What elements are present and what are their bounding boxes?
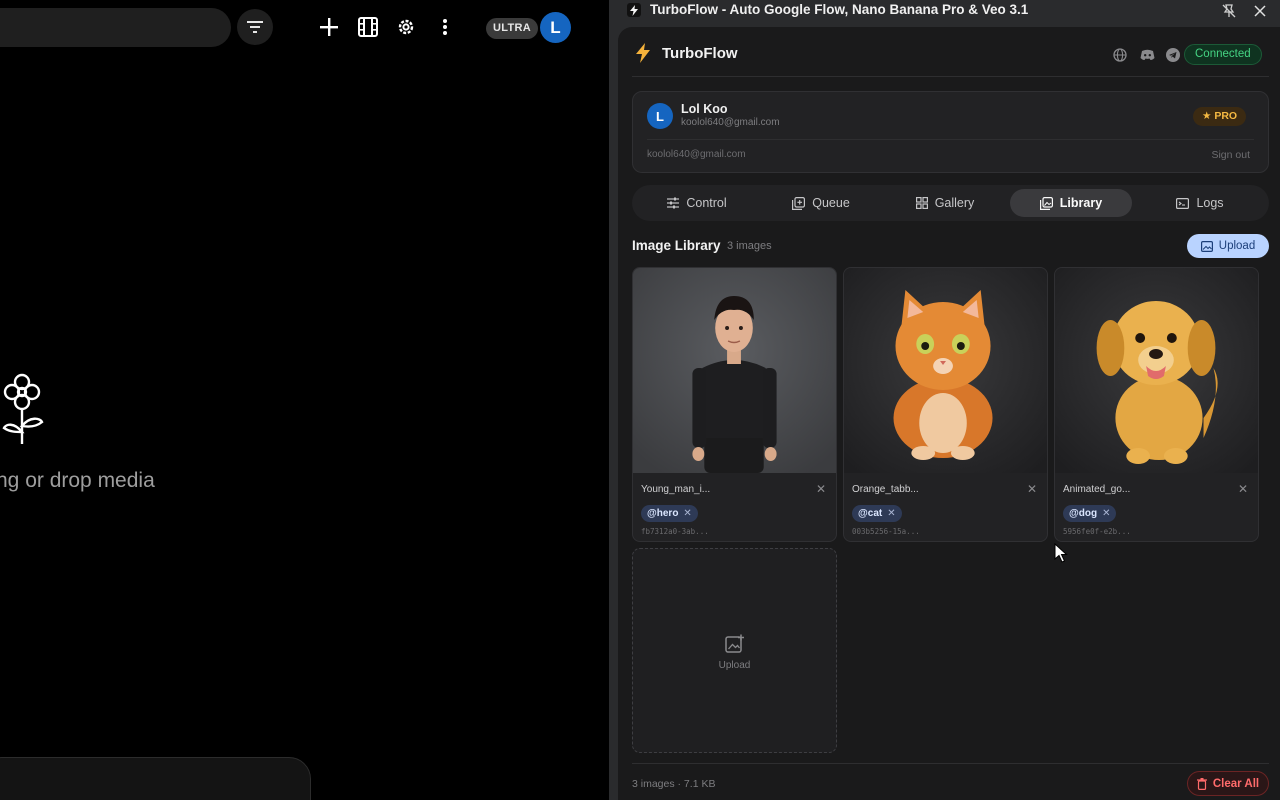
website-link[interactable] [1112,47,1128,63]
upload-button-label: Upload [1218,240,1256,252]
flow-app-area: ULTRA L ng or drop media [0,0,609,800]
close-icon [1254,5,1266,17]
filter-icon [247,21,263,33]
image-thumbnail[interactable] [844,268,1047,473]
window-title: TurboFlow - Auto Google Flow, Nano Banan… [650,2,1029,17]
ultra-badge: ULTRA [486,18,538,39]
account-email-secondary: koolol640@gmail.com [647,149,746,160]
extension-window: TurboFlow - Auto Google Flow, Nano Banan… [609,0,1280,800]
library-count: 3 images [727,240,772,252]
library-footer: 3 images · 7.1 KB Clear All [632,763,1269,800]
tab-label: Logs [1196,196,1224,210]
more-vert-icon [443,19,447,35]
account-name: Lol Koo [681,102,728,116]
tab-logs[interactable]: Logs [1136,189,1264,217]
avatar[interactable]: L [540,12,571,43]
trash-icon [1196,777,1207,790]
image-id: fb7312a0-3ab... [641,527,709,536]
close-window-button[interactable] [1251,2,1269,20]
discord-link[interactable] [1139,47,1155,63]
tab-queue[interactable]: Queue [760,189,882,217]
flower-icon [2,373,44,444]
account-email: koolol640@gmail.com [681,117,780,128]
drop-media-hint: ng or drop media [0,469,155,492]
clear-all-label: Clear All [1212,777,1260,790]
image-tag[interactable]: @dog ✕ [1063,505,1117,522]
telegram-link[interactable] [1165,47,1181,63]
prompt-input-box[interactable] [0,757,311,800]
film-icon [358,17,378,37]
divider [647,139,1254,140]
tab-label: Queue [812,196,850,210]
panel-header: TurboFlow Connected [632,27,1269,77]
upload-button[interactable]: Upload [1187,234,1269,258]
window-titlebar: TurboFlow - Auto Google Flow, Nano Banan… [609,0,1280,22]
delete-image-button[interactable]: ✕ [1238,482,1248,496]
add-button[interactable] [316,14,342,40]
library-image-card[interactable]: Young_man_i... ✕ @hero ✕ fb7312a0-3ab... [632,267,837,542]
image-id: 003b5256-15a... [852,527,920,536]
tab-label: Gallery [934,196,975,210]
telegram-icon [1166,48,1180,62]
grid-icon [915,197,928,209]
remove-tag-icon[interactable]: ✕ [683,505,691,522]
globe-icon [1113,48,1127,62]
library-title: Image Library [632,238,721,253]
delete-image-button[interactable]: ✕ [1027,482,1037,496]
plus-icon [320,18,338,36]
avatar: L [647,103,673,129]
image-id: 5956fe0f-e2b... [1063,527,1131,536]
pin-button[interactable] [1220,2,1238,20]
more-menu-button[interactable] [432,14,458,40]
image-tag-label: @dog [1069,508,1098,519]
image-thumbnail[interactable] [633,268,836,473]
upload-dropzone[interactable]: Upload [632,548,837,753]
search-input[interactable] [0,8,231,47]
sign-out-link[interactable]: Sign out [1211,149,1250,161]
tab-gallery[interactable]: Gallery [884,189,1006,217]
image-filename: Young_man_i... [641,484,711,495]
library-icon [1039,196,1053,210]
filter-button[interactable] [237,9,273,45]
add-image-icon [725,634,744,653]
unpin-icon [1222,4,1236,18]
plan-badge: ★ PRO [1193,107,1247,126]
gear-icon [398,19,414,35]
discord-icon [1140,49,1154,60]
app-icon [627,3,641,17]
sliders-icon [667,197,680,209]
remove-tag-icon[interactable]: ✕ [887,505,895,522]
connection-status-badge: Connected [1184,44,1262,65]
storage-info: 3 images · 7.1 KB [632,778,716,790]
account-card: L Lol Koo koolol640@gmail.com ★ PRO kool… [632,91,1269,173]
image-tag[interactable]: @cat ✕ [852,505,902,522]
clear-all-button[interactable]: Clear All [1187,771,1269,796]
mouse-cursor-icon [1054,543,1068,563]
queue-icon [792,196,806,210]
tab-library[interactable]: Library [1010,189,1132,217]
tab-label: Control [686,196,727,210]
library-image-card[interactable]: Animated_go... ✕ @dog ✕ 5956fe0f-e2b... [1054,267,1259,542]
upload-dropzone-label: Upload [718,660,751,671]
bolt-icon [636,43,650,63]
tab-control[interactable]: Control [636,189,758,217]
delete-image-button[interactable]: ✕ [816,482,826,496]
image-upload-icon [1200,240,1213,252]
turboflow-panel: TurboFlow Connected L Lol Koo koolol640@… [618,27,1280,800]
brand-name: TurboFlow [662,45,738,62]
image-thumbnail[interactable] [1055,268,1258,473]
terminal-icon [1176,197,1190,209]
image-tag[interactable]: @hero ✕ [641,505,698,522]
image-tag-label: @hero [647,508,679,519]
library-image-card[interactable]: Orange_tabb... ✕ @cat ✕ 003b5256-15a... [843,267,1048,542]
image-tag-label: @cat [858,508,883,519]
image-filename: Orange_tabb... [852,484,919,495]
settings-button[interactable] [393,14,419,40]
tab-label: Library [1059,196,1103,210]
remove-tag-icon[interactable]: ✕ [1102,505,1110,522]
scenes-button[interactable] [355,14,381,40]
image-filename: Animated_go... [1063,484,1131,495]
tab-bar: Control Queue Gallery Library Logs [632,185,1269,221]
bolt-icon [630,4,638,16]
